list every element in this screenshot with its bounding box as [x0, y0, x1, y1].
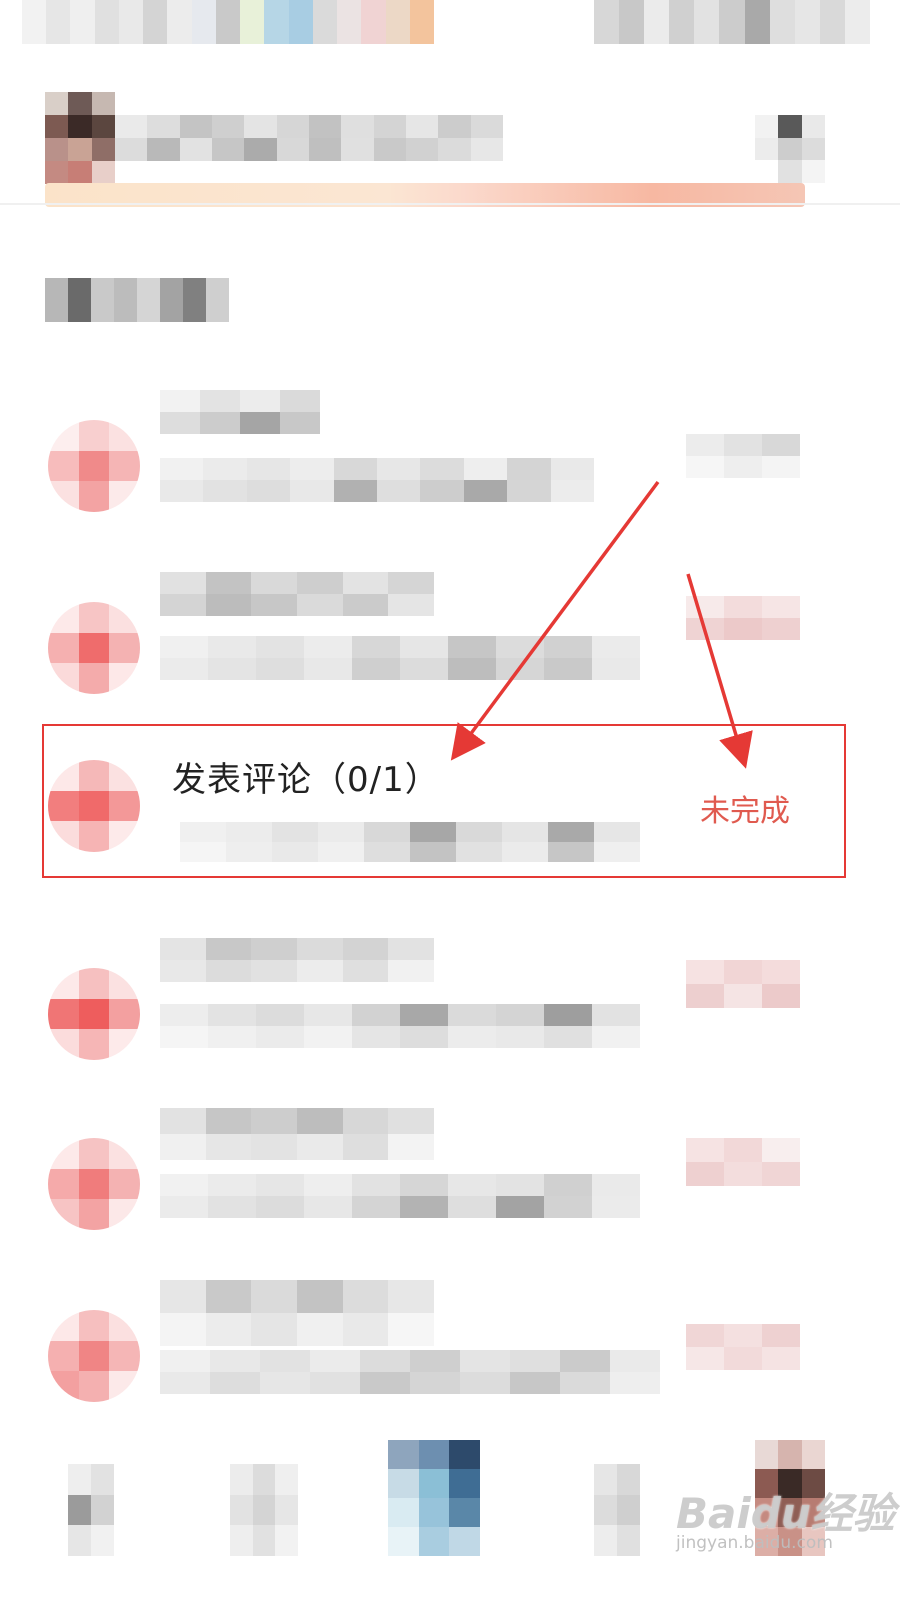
- annotation-arrow-to-title: [450, 480, 660, 761]
- watermark-url: jingyan.baidu.com: [676, 1533, 833, 1553]
- annotation-arrow-to-status: [686, 573, 753, 769]
- annotation-arrows: [450, 480, 753, 769]
- watermark-logo: Baidu经验: [676, 1489, 895, 1538]
